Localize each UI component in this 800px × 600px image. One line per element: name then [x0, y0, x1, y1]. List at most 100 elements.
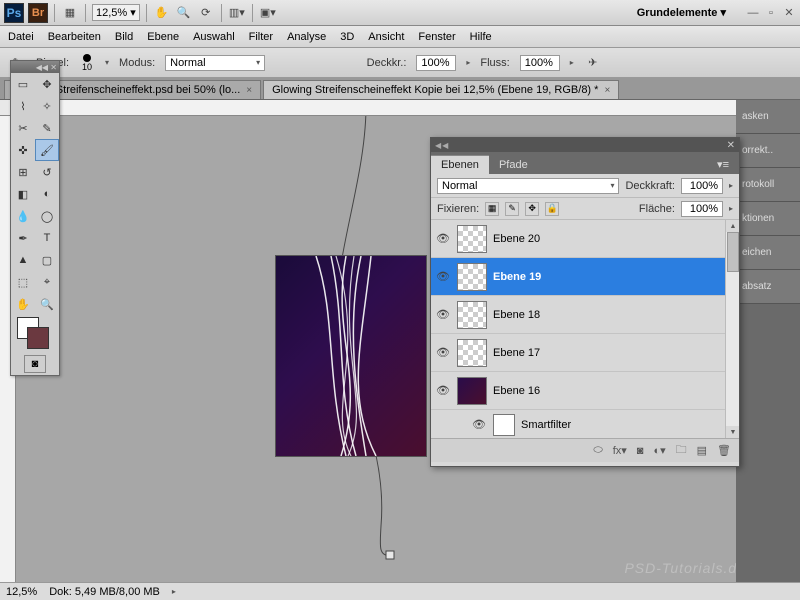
menu-ebene[interactable]: Ebene: [147, 31, 179, 43]
opacity-arrow[interactable]: ▸: [466, 58, 470, 67]
arrange-icon[interactable]: ▥▾: [228, 4, 246, 22]
panel-tab[interactable]: rotokoll: [736, 168, 800, 202]
dodge-tool-icon[interactable]: ◯: [35, 205, 59, 227]
lock-transparent-icon[interactable]: ▦: [485, 202, 499, 216]
lock-all-icon[interactable]: 🔒: [545, 202, 559, 216]
delete-layer-icon[interactable]: 🗑: [717, 444, 731, 457]
gradient-tool-icon[interactable]: ◐: [35, 183, 59, 205]
path-select-tool-icon[interactable]: ▲: [11, 249, 35, 271]
status-info-arrow[interactable]: ▸: [172, 587, 176, 596]
panel-tab[interactable]: orrekt..: [736, 134, 800, 168]
color-swatches[interactable]: [11, 315, 59, 353]
layer-name[interactable]: Ebene 19: [493, 271, 735, 283]
minimize-icon[interactable]: —: [746, 6, 760, 20]
eyedropper-tool-icon[interactable]: ✎: [35, 117, 59, 139]
panel-header[interactable]: ◀◀ ✕: [431, 138, 739, 152]
visibility-eye-icon[interactable]: 👁: [435, 383, 451, 399]
screen-mode-icon[interactable]: ▣▾: [259, 4, 277, 22]
scrollbar-thumb[interactable]: [727, 232, 739, 272]
menu-hilfe[interactable]: Hilfe: [470, 31, 492, 43]
layer-name[interactable]: Ebene 16: [493, 385, 721, 397]
workspace-selector[interactable]: Grundelemente ▾: [629, 4, 734, 21]
blend-mode-dropdown[interactable]: Normal▾: [165, 55, 265, 71]
wand-tool-icon[interactable]: ✧: [35, 95, 59, 117]
airbrush-icon[interactable]: ✈: [584, 54, 602, 72]
fill-slider-arrow[interactable]: ▸: [729, 204, 733, 213]
panel-menu-icon[interactable]: ▾≡: [707, 155, 739, 174]
layer-thumbnail[interactable]: [457, 263, 487, 291]
layer-thumbnail[interactable]: [457, 377, 487, 405]
3d-tool-icon[interactable]: ⬚: [11, 271, 35, 293]
toolbox-panel[interactable]: ◀◀ ✕ ▭ ✥ ⌇ ✧ ✂ ✎ ✜ 🖌 ⊞ ↺ ◧ ◐ 💧 ◯ ✒ T ▲ ▢…: [10, 60, 60, 376]
tab-paths[interactable]: Pfade: [489, 156, 538, 174]
layer-fx-icon[interactable]: fx▾: [613, 444, 627, 457]
toolbox-header[interactable]: ◀◀ ✕: [11, 61, 59, 73]
menu-analyse[interactable]: Analyse: [287, 31, 326, 43]
scroll-up-arrow-icon[interactable]: ▲: [726, 220, 739, 232]
marquee-tool-icon[interactable]: ▭: [11, 73, 35, 95]
layer-name[interactable]: Ebene 17: [493, 347, 735, 359]
brush-tool-icon[interactable]: 🖌: [35, 139, 59, 161]
hand-tool-icon[interactable]: ✋: [11, 293, 35, 315]
move-tool-icon[interactable]: ✥: [35, 73, 59, 95]
bridge-logo-icon[interactable]: Br: [28, 3, 48, 23]
tab-close-icon[interactable]: ×: [246, 85, 252, 96]
menu-filter[interactable]: Filter: [249, 31, 273, 43]
panel-close-icon[interactable]: ✕: [727, 140, 735, 151]
pen-tool-icon[interactable]: ✒: [11, 227, 35, 249]
launch-icon[interactable]: ▦: [61, 4, 79, 22]
layer-name[interactable]: Ebene 20: [493, 233, 735, 245]
lasso-tool-icon[interactable]: ⌇: [11, 95, 35, 117]
layer-opacity-field[interactable]: 100%: [681, 178, 723, 194]
visibility-eye-icon[interactable]: 👁: [435, 345, 451, 361]
tab-close-icon[interactable]: ×: [604, 85, 610, 96]
layer-thumbnail[interactable]: [457, 225, 487, 253]
visibility-eye-icon[interactable]: 👁: [435, 231, 451, 247]
blur-tool-icon[interactable]: 💧: [11, 205, 35, 227]
layer-row[interactable]: 👁 Ebene 19: [431, 258, 739, 296]
status-zoom[interactable]: 12,5%: [6, 586, 37, 598]
fill-field[interactable]: 100%: [681, 201, 723, 217]
menu-datei[interactable]: Datei: [8, 31, 34, 43]
smartfilter-label[interactable]: Smartfilter: [521, 419, 735, 431]
smartfilter-row[interactable]: 👁 Smartfilter: [431, 410, 739, 438]
3d-camera-tool-icon[interactable]: ⌖: [35, 271, 59, 293]
visibility-eye-icon[interactable]: 👁: [435, 269, 451, 285]
panel-tab[interactable]: absatz: [736, 270, 800, 304]
layer-name[interactable]: Ebene 18: [493, 309, 735, 321]
brush-preview-icon[interactable]: [83, 54, 91, 62]
flow-arrow[interactable]: ▸: [570, 58, 574, 67]
visibility-eye-icon[interactable]: 👁: [435, 307, 451, 323]
layers-panel[interactable]: ◀◀ ✕ Ebenen Pfade ▾≡ Normal▾ Deckkraft: …: [430, 137, 740, 467]
layer-row[interactable]: 👁 Ebene 17: [431, 334, 739, 372]
filter-mask-thumbnail[interactable]: [493, 414, 515, 436]
new-layer-icon[interactable]: ▤: [697, 444, 707, 457]
type-tool-icon[interactable]: T: [35, 227, 59, 249]
layer-blend-mode-dropdown[interactable]: Normal▾: [437, 178, 619, 194]
zoom-tool-icon[interactable]: 🔍: [35, 293, 59, 315]
layer-thumbnail[interactable]: [457, 339, 487, 367]
opacity-slider-arrow[interactable]: ▸: [729, 181, 733, 190]
panel-tab[interactable]: asken: [736, 100, 800, 134]
shape-tool-icon[interactable]: ▢: [35, 249, 59, 271]
visibility-eye-icon[interactable]: 👁: [471, 417, 487, 433]
menu-auswahl[interactable]: Auswahl: [193, 31, 235, 43]
layer-group-icon[interactable]: 🗀: [676, 441, 687, 460]
stamp-tool-icon[interactable]: ⊞: [11, 161, 35, 183]
opacity-field[interactable]: 100%: [416, 55, 456, 71]
document-tab[interactable]: Glowing Streifenscheineffekt Kopie bei 1…: [263, 80, 619, 99]
panel-tab[interactable]: eichen: [736, 236, 800, 270]
brush-picker-arrow[interactable]: ▾: [105, 58, 109, 67]
status-doc-info[interactable]: Dok: 5,49 MB/8,00 MB: [49, 586, 160, 598]
layers-scrollbar[interactable]: ▲ ▼: [725, 220, 739, 438]
quickmask-icon[interactable]: ◙: [24, 355, 46, 373]
lock-image-icon[interactable]: ✎: [505, 202, 519, 216]
zoom-icon[interactable]: 🔍: [175, 4, 193, 22]
maximize-icon[interactable]: ▫: [764, 6, 778, 20]
rotate-icon[interactable]: ⟳: [197, 4, 215, 22]
horizontal-ruler[interactable]: [16, 100, 800, 116]
panel-tab[interactable]: ktionen: [736, 202, 800, 236]
close-icon[interactable]: ✕: [782, 6, 796, 20]
adjustment-layer-icon[interactable]: ◐▾: [653, 444, 665, 457]
lock-position-icon[interactable]: ✥: [525, 202, 539, 216]
